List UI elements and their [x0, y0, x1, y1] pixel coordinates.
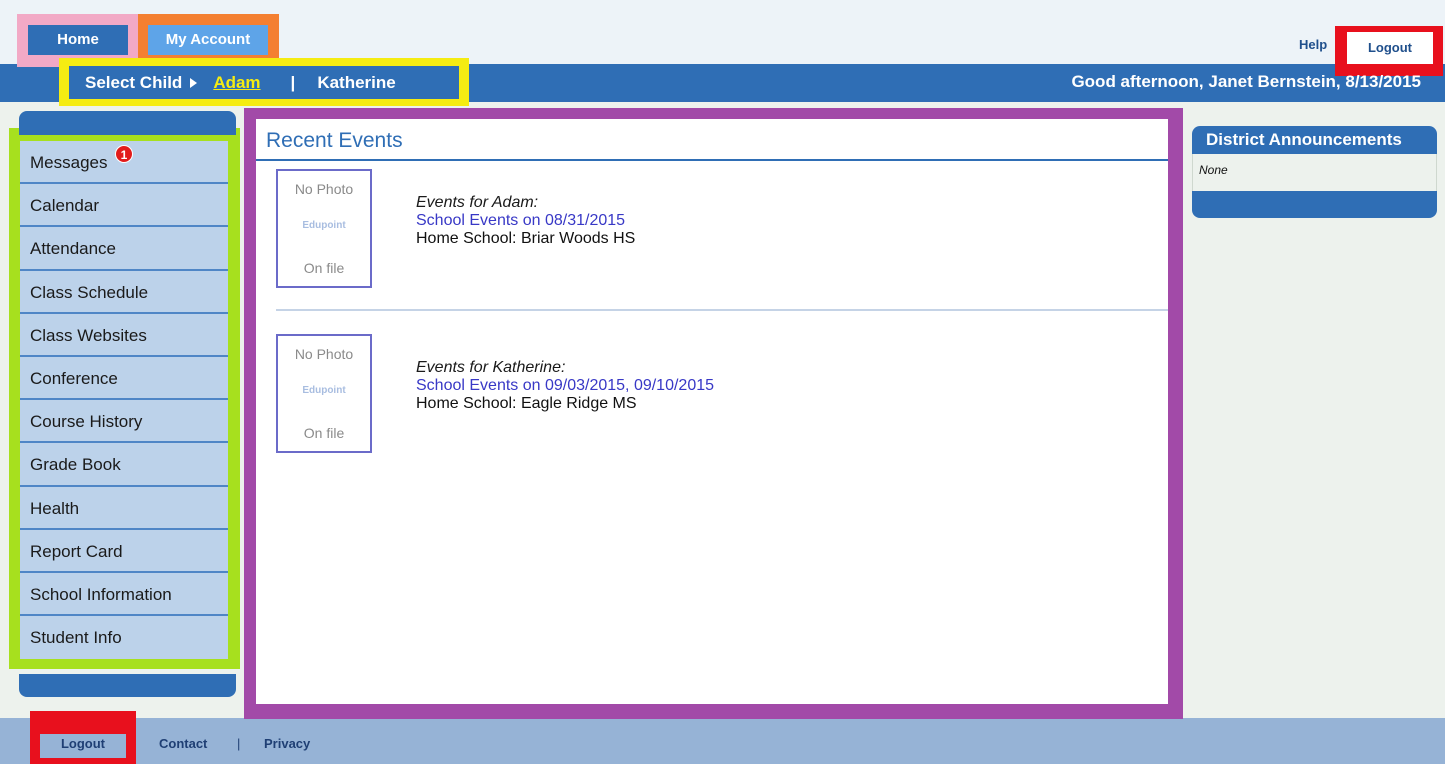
sidebar-item-student-info[interactable]: Student Info — [20, 616, 228, 659]
on-file-label: On file — [303, 425, 345, 441]
recent-events-panel: Recent Events No Photo Edupoint On file … — [256, 119, 1168, 704]
sidebar-item-class-websites[interactable]: Class Websites — [20, 314, 228, 357]
edupoint-logo-icon: Edupoint — [302, 385, 346, 396]
events-for-label: Events for Adam: — [416, 194, 539, 211]
help-link[interactable]: Help — [1299, 37, 1327, 52]
title-divider — [256, 159, 1168, 161]
events-for-label: Events for Katherine: — [416, 359, 566, 376]
announcements-body: None — [1192, 154, 1437, 191]
school-events-link[interactable]: School Events on 08/31/2015 — [416, 212, 635, 230]
no-photo-label: No Photo — [294, 346, 354, 362]
message-count-badge: 1 — [115, 145, 133, 163]
announcements-footer — [1192, 191, 1437, 218]
home-school-text: Home School: Eagle Ridge MS — [416, 395, 637, 412]
footer-separator: | — [237, 736, 241, 751]
footer-privacy-link[interactable]: Privacy — [264, 736, 310, 751]
event-details: Events for Katherine: School Events on 0… — [416, 359, 714, 413]
greeting-text: Good afternoon, Janet Bernstein, 8/13/20… — [1071, 72, 1421, 91]
sidebar-item-health[interactable]: Health — [20, 487, 228, 530]
select-child-label: Select Child — [85, 72, 183, 92]
student-photo-placeholder: No Photo Edupoint On file — [276, 334, 372, 453]
sidebar-item-school-information[interactable]: School Information — [20, 573, 228, 617]
no-photo-label: No Photo — [294, 181, 354, 197]
child-link-katherine[interactable]: Katherine — [317, 73, 395, 93]
page-title: Recent Events — [266, 129, 403, 152]
footer-contact-link[interactable]: Contact — [159, 736, 207, 751]
sidebar-item-calendar[interactable]: Calendar — [20, 184, 228, 228]
sidebar-item-messages[interactable]: Messages 1 — [20, 141, 228, 185]
sidebar-item-attendance[interactable]: Attendance — [20, 227, 228, 271]
home-tab[interactable]: Home — [28, 25, 128, 55]
sidebar-top-cap — [19, 111, 236, 135]
event-divider — [276, 309, 1168, 311]
district-announcements-panel: District Announcements None — [1192, 126, 1437, 218]
sidebar-item-grade-book[interactable]: Grade Book — [20, 443, 228, 487]
child-link-adam[interactable]: Adam — [213, 73, 260, 93]
sidebar-item-class-schedule[interactable]: Class Schedule — [20, 271, 228, 314]
child-selector: Select Child Adam | Katherine — [69, 66, 459, 99]
student-photo-placeholder: No Photo Edupoint On file — [276, 169, 372, 288]
home-school-text: Home School: Briar Woods HS — [416, 230, 636, 247]
sidebar-item-course-history[interactable]: Course History — [20, 400, 228, 444]
event-details: Events for Adam: School Events on 08/31/… — [416, 194, 635, 248]
sidebar-item-conference[interactable]: Conference — [20, 357, 228, 401]
school-events-link[interactable]: School Events on 09/03/2015, 09/10/2015 — [416, 377, 714, 395]
on-file-label: On file — [303, 260, 345, 276]
footer-bar — [0, 718, 1445, 764]
top-logout-button[interactable]: Logout — [1347, 32, 1433, 64]
caret-right-icon — [190, 77, 198, 88]
my-account-tab[interactable]: My Account — [148, 25, 268, 55]
sidebar-item-report-card[interactable]: Report Card — [20, 530, 228, 573]
announcements-title: District Announcements — [1192, 126, 1437, 154]
sidebar-item-label: Messages — [30, 153, 108, 172]
sidebar-nav: Messages 1 Calendar Attendance Class Sch… — [20, 141, 228, 659]
sidebar-bottom-cap — [19, 674, 236, 697]
footer-logout-button[interactable]: Logout — [40, 734, 126, 758]
edupoint-logo-icon: Edupoint — [302, 220, 346, 231]
child-separator: | — [290, 72, 296, 92]
